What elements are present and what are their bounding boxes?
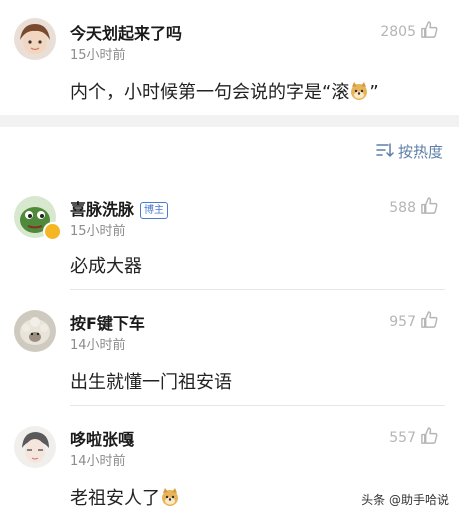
doge-emoji-icon: [349, 81, 369, 101]
watermark: 头条 @助手哈说: [361, 493, 449, 507]
section-divider: [0, 115, 459, 127]
like-count: 957: [389, 313, 416, 330]
comment-text-end: ”: [369, 82, 379, 103]
sort-button[interactable]: 按热度: [376, 141, 443, 162]
author-badge: 博主: [140, 202, 169, 219]
comment-text: 必成大器: [70, 256, 142, 277]
comment-text-main: 老祖安人了: [70, 488, 160, 509]
username[interactable]: 今天划起来了吗: [70, 20, 182, 44]
comment-text-main: 内个，小时候第一句会说的字是“滚: [70, 82, 350, 103]
thumbs-up-icon: [420, 310, 439, 333]
comment-divider: [70, 289, 445, 290]
username-row: 喜脉洗脉 博主: [70, 196, 169, 220]
verified-badge-icon: [43, 222, 62, 241]
comment-item: 按F键下车 14小时前 957 出生就懂一门祖安语: [0, 296, 459, 406]
avatar[interactable]: [14, 426, 56, 468]
comment-text: 出生就懂一门祖安语: [70, 372, 232, 393]
comment-time: 15小时前: [70, 48, 126, 63]
comment-time: 14小时前: [70, 454, 126, 469]
comment-time: 15小时前: [70, 224, 126, 239]
comment-text: 内个，小时候第一句会说的字是“滚 ”: [70, 78, 379, 104]
like-button[interactable]: 957: [389, 310, 439, 333]
comment-text: 老祖安人了: [70, 484, 180, 510]
like-count: 588: [389, 199, 416, 216]
thumbs-up-icon: [420, 196, 439, 219]
doge-emoji-icon: [160, 487, 180, 507]
username[interactable]: 按F键下车: [70, 310, 145, 334]
avatar[interactable]: [14, 310, 56, 352]
like-count: 2805: [380, 23, 416, 40]
top-comment: 今天划起来了吗 15小时前 2805 内个，小时候第一句会说的字是“滚 ”: [0, 0, 459, 115]
like-button[interactable]: 588: [389, 196, 439, 219]
username[interactable]: 哆啦张嘎: [70, 426, 134, 450]
sort-icon: [376, 142, 394, 162]
like-button[interactable]: 557: [389, 426, 439, 449]
comment-time: 14小时前: [70, 338, 126, 353]
like-count: 557: [389, 429, 416, 446]
like-button[interactable]: 2805: [380, 20, 439, 43]
thumbs-up-icon: [420, 20, 439, 43]
thumbs-up-icon: [420, 426, 439, 449]
comment-divider: [70, 405, 445, 406]
sort-label: 按热度: [397, 143, 443, 161]
avatar[interactable]: [14, 18, 56, 60]
username[interactable]: 喜脉洗脉: [70, 200, 134, 219]
comment-item: 喜脉洗脉 博主 15小时前 588 必成大器: [0, 180, 459, 290]
